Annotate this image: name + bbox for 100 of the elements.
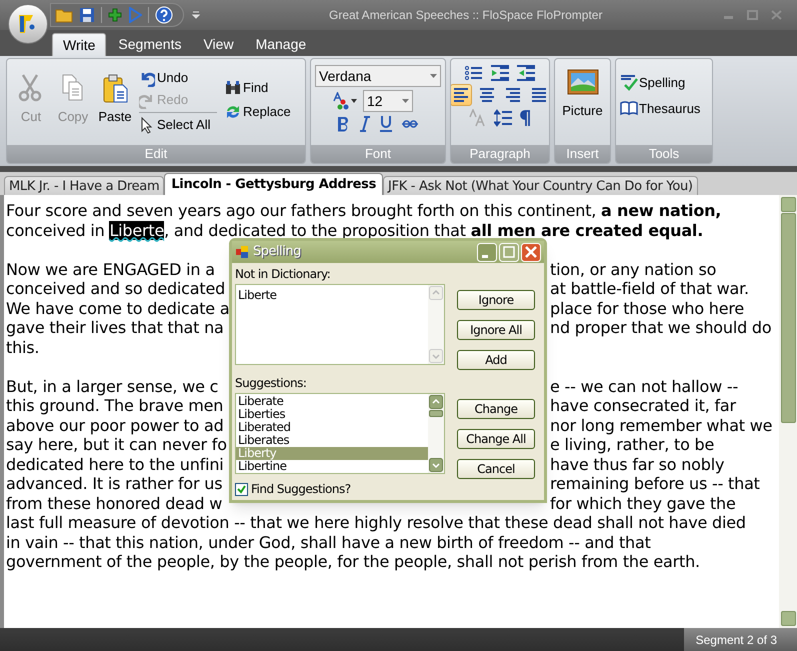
- text-line: for which they gave the: [550, 494, 736, 513]
- dialog-button[interactable]: Add: [457, 350, 535, 370]
- replace-button[interactable]: Replace: [225, 101, 291, 123]
- document-tab[interactable]: MLK Jr. - I Have a Dream: [4, 176, 164, 195]
- scroll-down-icon: [429, 458, 443, 472]
- text-line: , and dedicated to the proposition that all men are created equal.: [164, 220, 704, 240]
- scrollbar[interactable]: [779, 195, 797, 628]
- scrollbar[interactable]: [428, 285, 444, 364]
- refresh-arrows-icon: [225, 104, 241, 120]
- select-all-button[interactable]: Select All: [139, 114, 217, 136]
- window-title: Great American Speeches :: FloSpace FloPrompter: [329, 7, 602, 24]
- text-line: from these honored dead w: [6, 494, 222, 512]
- scrollbar[interactable]: [428, 394, 444, 473]
- align-center-icon[interactable]: [478, 86, 496, 104]
- ribbon-tab[interactable]: View: [193, 33, 244, 56]
- group-label: Paragraph: [451, 145, 549, 163]
- justify-icon[interactable]: [530, 86, 548, 104]
- text-line: government of the people, by the people, for the people, shall not perish from the earth.: [6, 552, 700, 571]
- not-in-dictionary-box[interactable]: Liberte: [235, 284, 445, 365]
- app-window-icon: [235, 245, 249, 259]
- text-line: in vain -- that this nation, under God, shall have a new birth of freedom -- and that: [6, 532, 651, 552]
- landscape-picture-icon: [566, 69, 598, 95]
- suggestion-item[interactable]: Liberated: [236, 421, 428, 434]
- outdent-icon[interactable]: [517, 65, 535, 81]
- text-line: remaining before us -- that: [550, 474, 760, 494]
- text-line: gave their lives that that na: [6, 318, 224, 337]
- scroll-thumb[interactable]: [429, 410, 443, 417]
- dropdown-arrow-icon[interactable]: [351, 99, 357, 103]
- ribbon-tab[interactable]: Manage: [246, 33, 316, 56]
- minimize-icon[interactable]: [477, 242, 497, 262]
- indent-icon[interactable]: [491, 65, 509, 81]
- picture-button[interactable]: Picture: [562, 69, 603, 120]
- suggestion-item[interactable]: Liberates: [236, 434, 428, 447]
- dialog-button[interactable]: Ignore: [457, 290, 535, 310]
- help-icon[interactable]: [155, 6, 173, 24]
- text-line: Four score and seven years ago our fathers brought forth on this continent, a new nation,: [6, 201, 722, 220]
- field-label: Not in Dictionary:: [235, 267, 332, 282]
- text-line: at battle-field of that war.: [550, 279, 749, 298]
- ribbon-tab[interactable]: Write: [52, 33, 106, 56]
- text-line: above our poor power to ad: [6, 416, 224, 434]
- scroll-up-icon: [429, 286, 443, 300]
- font-name-field[interactable]: Verdana: [315, 65, 441, 87]
- spelling-button[interactable]: Spelling: [620, 73, 712, 92]
- bold-icon[interactable]: [337, 116, 350, 132]
- group-label: Insert: [555, 145, 610, 163]
- line-spacing-icon[interactable]: [494, 109, 512, 127]
- font-size-field[interactable]: 12: [363, 90, 413, 112]
- text-line: But, in a larger sense, we c: [6, 376, 218, 396]
- text-line: this.: [6, 338, 40, 356]
- checkbox[interactable]: [235, 482, 248, 496]
- scroll-up-icon: [429, 395, 443, 409]
- suggestion-item[interactable]: Liberate: [236, 395, 428, 408]
- text-line: e -- we can not hallow --: [550, 376, 738, 396]
- book-icon: [620, 100, 638, 117]
- text-line: this ground. The brave men: [6, 396, 224, 415]
- document-tab[interactable]: JFK - Ask Not (What Your Country Can Do for You): [383, 176, 698, 195]
- suggestions-list[interactable]: Liberate Liberties Liberated Liberates Liberty Libertine: [235, 393, 445, 474]
- dialog-button[interactable]: Cancel: [457, 459, 535, 479]
- text-line: conceived in: [6, 220, 106, 240]
- dropdown-arrow-icon: [402, 99, 409, 103]
- bullet-list-icon[interactable]: [465, 65, 483, 81]
- font-color-icon[interactable]: [333, 92, 349, 110]
- plus-icon[interactable]: [108, 8, 122, 22]
- pilcrow-icon[interactable]: [520, 109, 532, 127]
- text-line: Now we are ENGAGED in a: [6, 260, 215, 278]
- undo-button[interactable]: Undo: [139, 67, 217, 89]
- paste-icon: [102, 73, 128, 103]
- scissors-icon: [18, 73, 44, 103]
- ribbon-tab[interactable]: Segments: [108, 33, 192, 56]
- dialog-button[interactable]: Change All: [457, 429, 535, 449]
- dialog-button[interactable]: Change: [457, 399, 535, 419]
- group-label: Tools: [616, 145, 712, 163]
- paste-button[interactable]: Paste: [95, 73, 135, 126]
- status-segment: Segment 2 of 3: [684, 628, 797, 651]
- text-line: place for those who here: [550, 298, 744, 318]
- dialog-title: Spelling: [253, 243, 301, 262]
- underline-icon[interactable]: [380, 115, 392, 132]
- folder-icon[interactable]: [55, 7, 73, 23]
- text-line: last full measure of devotion -- that we here highly resolve that these dead shall not have died: [6, 513, 746, 532]
- text-line: have consecrated it, far: [550, 396, 736, 416]
- thesaurus-button[interactable]: Thesaurus: [620, 98, 712, 118]
- dialog-button[interactable]: Ignore All: [457, 320, 535, 340]
- strikethrough-icon[interactable]: [402, 118, 418, 130]
- suggestion-item[interactable]: Libertine: [236, 460, 428, 473]
- text-line: conceived and so dedicated: [6, 279, 226, 298]
- document-tab[interactable]: Lincoln - Gettysburg Address: [164, 173, 384, 195]
- app-logo-icon[interactable]: [8, 4, 48, 44]
- save-icon[interactable]: [79, 7, 95, 23]
- text-line: say here, but it can never fo: [6, 435, 227, 454]
- group-label: Edit: [7, 145, 305, 163]
- suggestion-item[interactable]: Liberties: [236, 408, 428, 421]
- italic-icon[interactable]: [360, 116, 370, 132]
- align-right-icon[interactable]: [504, 86, 522, 104]
- checkmark-icon: [237, 484, 246, 494]
- scroll-down-icon: [429, 349, 443, 363]
- find-button[interactable]: Find: [225, 77, 291, 99]
- text-line: nor long remember what we: [550, 416, 772, 435]
- dropdown-arrow-icon: [430, 74, 437, 78]
- misspelled-word: Liberte: [109, 220, 164, 240]
- text-line: advanced. It is rather for us: [6, 474, 222, 493]
